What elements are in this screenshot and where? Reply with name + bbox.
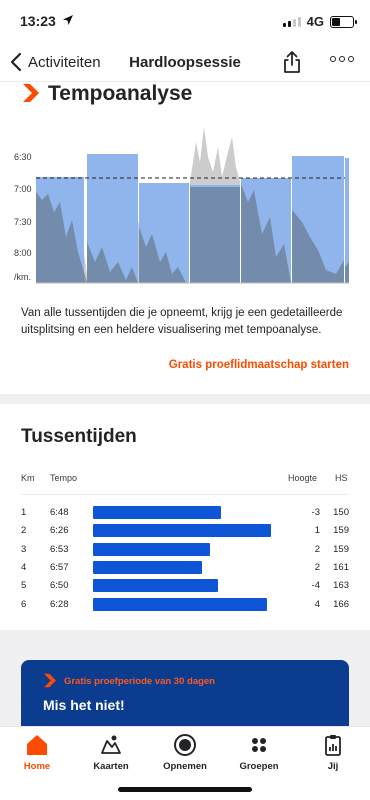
tab-groups[interactable]: Groepen [222, 732, 296, 772]
more-options-button[interactable] [330, 56, 354, 62]
split-elevation: -3 [311, 507, 320, 518]
split-km: 3 [21, 543, 27, 555]
header-divider [21, 494, 349, 495]
tempo-chart: 6:30 7:00 7:30 8:00 /km. [0, 122, 370, 290]
tempo-analysis-section: Tempoanalyse 6:30 7:00 7:30 8:00 /km. Va… [0, 82, 370, 394]
split-pace-bar [93, 506, 221, 519]
tab-label: Kaarten [93, 761, 129, 772]
split-pace-bar [93, 524, 271, 538]
tab-home[interactable]: Home [0, 732, 74, 772]
tempo-column-header: Tempo [50, 473, 78, 483]
split-heart-rate: 159 [333, 525, 349, 537]
split-heart-rate: 166 [333, 598, 349, 610]
more-dot-icon [330, 56, 336, 62]
status-time: 13:23 [20, 13, 56, 29]
split-elevation: -4 [311, 580, 320, 592]
split-row: 1 6:48 -3 150 [0, 504, 370, 522]
split-pace-bar [93, 542, 210, 556]
split-row: 5 6:50 -4 163 [0, 577, 370, 595]
map-icon [101, 735, 121, 754]
battery-icon [330, 15, 357, 28]
split-tempo: 6:48 [50, 507, 69, 518]
back-button[interactable]: Activiteiten [10, 52, 101, 72]
tab-maps[interactable]: Kaarten [74, 732, 148, 772]
groups-icon [252, 738, 266, 752]
promo-card[interactable]: Gratis proefperiode van 30 dagen Mis het… [21, 660, 349, 728]
home-indicator [118, 787, 252, 792]
splits-section: Tussentijden Km Tempo Hoogte HS 1 6:48 -3 1… [0, 404, 370, 630]
navigation-bar: Activiteiten Hardloopsessie [0, 44, 370, 82]
location-arrow-icon [63, 15, 73, 25]
tempo-chevron-icon [23, 84, 39, 102]
heart-rate-column-header: HS [335, 473, 348, 483]
split-tempo: 6:57 [50, 561, 69, 573]
share-button[interactable] [282, 50, 302, 79]
back-label: Activiteiten [28, 53, 101, 71]
split-tempo: 6:26 [50, 525, 69, 537]
split-pace-bar [93, 597, 267, 611]
split-heart-rate: 163 [333, 580, 349, 592]
home-icon [27, 735, 47, 755]
split-pace-bar [93, 579, 218, 593]
share-icon [284, 51, 300, 73]
split-heart-rate: 161 [333, 561, 349, 573]
tab-label: Opnemen [163, 761, 207, 772]
network-type: 4G [306, 14, 324, 29]
split-elevation: 4 [314, 598, 320, 610]
tab-label: Home [23, 761, 51, 772]
more-dot-icon [339, 56, 345, 62]
signal-icon [282, 16, 301, 27]
split-pace-bar [93, 560, 202, 574]
promo-chevron-icon [44, 673, 56, 688]
elevation-column-header: Hoogte [288, 473, 318, 483]
record-icon [174, 734, 196, 756]
more-dot-icon [348, 56, 354, 62]
you-icon [325, 735, 341, 756]
split-km: 5 [21, 580, 27, 592]
status-indicators: 4G [282, 14, 357, 29]
split-km: 2 [21, 525, 27, 537]
promo-subtitle: Gratis proefperiode van 30 dagen [64, 676, 215, 687]
status-bar: 13:23 4G [0, 0, 370, 44]
split-elevation: 2 [314, 543, 320, 555]
promo-title: Mis het niet! [43, 697, 125, 713]
tab-record[interactable]: Opnemen [148, 732, 222, 772]
split-row: 3 6:53 2 159 [0, 541, 370, 559]
split-km: 4 [21, 561, 27, 573]
split-elevation: 1 [314, 525, 320, 537]
split-row: 6 6:28 4 166 [0, 596, 370, 614]
km-column-header: Km [21, 473, 35, 483]
tab-label: Groepen [239, 761, 279, 772]
split-km: 6 [21, 598, 27, 610]
chevron-left-icon [10, 52, 22, 72]
split-elevation: 2 [314, 561, 320, 573]
split-row: 4 6:57 2 161 [0, 559, 370, 577]
tab-you[interactable]: Jij [296, 732, 370, 772]
splits-title: Tussentijden [21, 426, 137, 447]
split-tempo: 6:53 [50, 543, 69, 555]
split-heart-rate: 150 [333, 507, 349, 518]
tempo-description: Van alle tussentijden die je opneemt, kr… [21, 307, 343, 336]
split-heart-rate: 159 [333, 543, 349, 555]
tempo-chart-plot [36, 127, 349, 284]
split-tempo: 6:50 [50, 580, 69, 592]
tempo-title: Tempoanalyse [48, 82, 193, 105]
section-divider [0, 394, 370, 404]
free-trial-link[interactable]: Gratis proeflidmaatschap starten [169, 359, 349, 371]
split-tempo: 6:28 [50, 598, 69, 610]
tab-label: Jij [327, 761, 339, 772]
split-km: 1 [21, 507, 27, 518]
split-row: 2 6:26 1 159 [0, 522, 370, 540]
